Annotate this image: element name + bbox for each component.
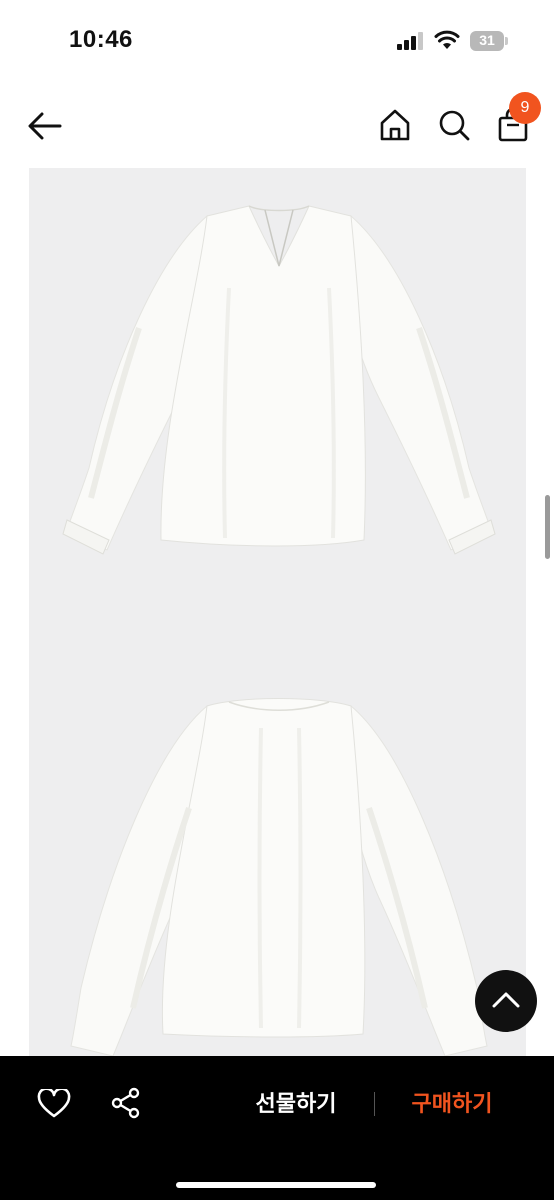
back-icon[interactable] [26,110,64,142]
product-image-gallery[interactable] [29,168,526,1056]
home-indicator [176,1182,376,1188]
home-icon[interactable] [378,108,412,142]
search-icon[interactable] [437,108,471,142]
status-time: 10:46 [69,26,133,53]
battery-level: 31 [479,32,495,48]
bottom-action-bar: 선물하기 구매하기 [0,1056,554,1200]
cart-count-badge: 9 [509,92,541,124]
share-icon[interactable] [110,1087,142,1119]
buy-button[interactable]: 구매하기 [396,1088,508,1120]
battery-icon: 31 [470,31,504,51]
chevron-up-icon [492,992,520,1008]
action-divider [374,1092,375,1116]
blouse-front-image[interactable] [29,168,526,1056]
cellular-signal-icon [397,32,423,50]
status-bar: 10:46 31 [0,0,554,84]
top-nav-bar [0,84,554,168]
scroll-to-top-button[interactable] [475,970,537,1032]
battery-cap [505,37,508,45]
gift-button[interactable]: 선물하기 [240,1088,352,1120]
wifi-icon [434,30,460,49]
heart-icon[interactable] [37,1089,71,1119]
page-scrollbar[interactable] [545,495,550,559]
